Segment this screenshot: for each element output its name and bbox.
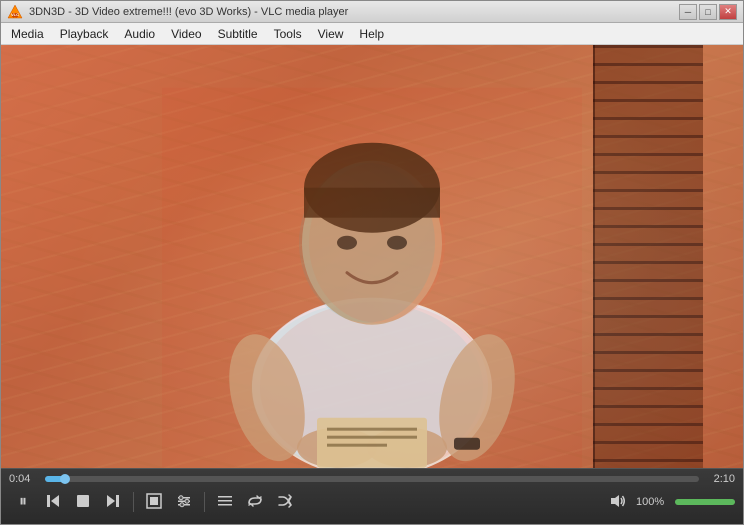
progress-handle[interactable]	[60, 474, 70, 484]
prev-button[interactable]	[39, 489, 67, 515]
shuffle-icon	[277, 493, 293, 512]
extended-icon	[176, 493, 192, 512]
window-controls: ─ □ ✕	[679, 4, 737, 20]
maximize-button[interactable]: □	[699, 4, 717, 20]
svg-text:VLC: VLC	[11, 12, 19, 17]
playlist-button[interactable]	[211, 489, 239, 515]
loop-button[interactable]	[241, 489, 269, 515]
stop-icon	[76, 494, 90, 511]
menu-video[interactable]: Video	[163, 23, 209, 44]
menu-playback[interactable]: Playback	[52, 23, 117, 44]
title-bar: VLC 3DN3D - 3D Video extreme!!! (evo 3D …	[1, 1, 743, 23]
volume-bar[interactable]	[675, 499, 735, 505]
progress-bar[interactable]	[45, 476, 699, 482]
minimize-button[interactable]: ─	[679, 4, 697, 20]
stop-button[interactable]	[69, 489, 97, 515]
play-pause-button[interactable]: ⏸	[9, 489, 37, 515]
volume-fill	[675, 499, 735, 505]
close-button[interactable]: ✕	[719, 4, 737, 20]
window-title: 3DN3D - 3D Video extreme!!! (evo 3D Work…	[29, 6, 679, 18]
time-total: 2:10	[705, 473, 735, 485]
vlc-icon: VLC	[7, 4, 23, 20]
menu-view[interactable]: View	[310, 23, 352, 44]
next-icon	[105, 493, 121, 512]
anaglyph-cyan-overlay	[1, 45, 743, 468]
volume-icon	[610, 493, 626, 512]
next-button[interactable]	[99, 489, 127, 515]
progress-fill	[45, 476, 65, 482]
fullscreen-button[interactable]	[140, 489, 168, 515]
video-canvas	[1, 45, 743, 468]
menu-subtitle[interactable]: Subtitle	[210, 23, 266, 44]
progress-row: 0:04 2:10	[1, 469, 743, 487]
fullscreen-icon	[146, 493, 162, 512]
menu-help[interactable]: Help	[351, 23, 392, 44]
menu-bar: Media Playback Audio Video Subtitle Tool…	[1, 23, 743, 45]
menu-tools[interactable]: Tools	[266, 23, 310, 44]
prev-icon	[45, 493, 61, 512]
control-bar: 0:04 2:10 ⏸	[1, 468, 743, 524]
buttons-row: ⏸	[1, 487, 743, 517]
loop-icon	[247, 493, 263, 512]
shuffle-button[interactable]	[271, 489, 299, 515]
time-current: 0:04	[9, 473, 39, 485]
video-area[interactable]	[1, 45, 743, 468]
extended-settings-button[interactable]	[170, 489, 198, 515]
play-pause-icon: ⏸	[19, 493, 27, 511]
separator-1	[133, 492, 134, 512]
volume-label: 100%	[636, 496, 671, 508]
volume-area: 100%	[604, 489, 735, 515]
menu-media[interactable]: Media	[3, 23, 52, 44]
playlist-icon	[217, 493, 233, 512]
app-window: VLC 3DN3D - 3D Video extreme!!! (evo 3D …	[0, 0, 744, 525]
volume-button[interactable]	[604, 489, 632, 515]
separator-2	[204, 492, 205, 512]
menu-audio[interactable]: Audio	[116, 23, 163, 44]
